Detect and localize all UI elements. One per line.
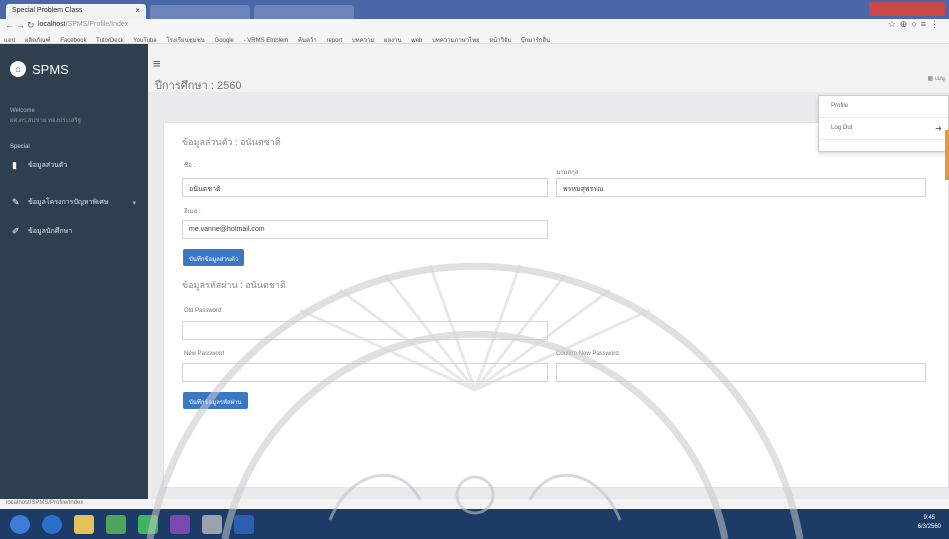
confirm-password-field[interactable] bbox=[556, 363, 926, 382]
folder-icon[interactable] bbox=[74, 515, 94, 534]
forward-icon[interactable]: → bbox=[16, 20, 25, 30]
sidebar-item-label: ข้อมูลนักศึกษา bbox=[28, 228, 73, 235]
bookmark-icon: ▮ bbox=[12, 160, 17, 170]
email-label: อีเมล : bbox=[184, 209, 201, 215]
browser-tab-strip: Special Problem Class × bbox=[0, 0, 949, 19]
window-controls[interactable] bbox=[869, 2, 945, 16]
user-menu-button[interactable]: ▦ เมนู bbox=[928, 73, 945, 83]
lastname-label: นามสกุล : bbox=[556, 170, 582, 176]
profile-panel: ข้อมูลส่วนตัว : อนันตชาติ ชื่อ : อนันตชา… bbox=[163, 122, 949, 488]
new-password-label: New Password bbox=[184, 351, 225, 357]
edit-icon: ✐ bbox=[12, 226, 20, 236]
sidebar-item-projects[interactable]: ✎ ข้อมูลโครงการปัญหาพิเศษ ▾ bbox=[0, 191, 148, 214]
welcome-user: ผศ.ดร.สมชาย ทองประเสริฐ bbox=[10, 118, 82, 124]
welcome-label: Welcome bbox=[10, 108, 35, 114]
clock-date: 6/3/2560 bbox=[917, 524, 941, 530]
browser-taskbar-icon[interactable] bbox=[42, 515, 62, 534]
personal-section-title: ข้อมูลส่วนตัว : อนันตชาติ bbox=[182, 137, 281, 147]
menu-toggle-icon[interactable]: ≡ bbox=[153, 56, 161, 71]
brand[interactable]: ⌂ SPMS bbox=[0, 44, 148, 94]
dropdown-logout[interactable]: Log Out ➜ bbox=[819, 118, 948, 140]
bookmarks-bar: แอป ผลิตภัณฑ์ Facebook TutorDeck YouTube… bbox=[0, 33, 949, 44]
line-app-icon[interactable] bbox=[138, 515, 158, 534]
chrome-icon[interactable] bbox=[106, 515, 126, 534]
url-field[interactable]: localhost/SPMS/Profile/Index bbox=[38, 21, 128, 28]
back-icon[interactable]: ← bbox=[5, 20, 14, 30]
os-taskbar: 9:45 6/3/2560 bbox=[0, 509, 949, 539]
home-icon: ⌂ bbox=[10, 61, 26, 77]
save-password-button[interactable]: บันทึกข้อมูลรหัสผ่าน bbox=[183, 392, 248, 409]
old-password-field[interactable] bbox=[182, 321, 548, 340]
browser-tab-inactive[interactable] bbox=[150, 5, 250, 19]
browser-tab[interactable]: Special Problem Class × bbox=[6, 4, 146, 19]
clock-time: 9:45 bbox=[923, 515, 936, 521]
sidebar-item-label: ข้อมูลโครงการปัญหาพิเศษ bbox=[28, 199, 109, 206]
dropdown-item-label: Profile bbox=[831, 103, 849, 109]
dropdown-item-label: Log Out bbox=[831, 125, 853, 131]
dropdown-profile[interactable]: Profile bbox=[819, 96, 948, 118]
vs-icon[interactable] bbox=[170, 515, 190, 534]
tab-title: Special Problem Class bbox=[12, 7, 83, 14]
reload-icon[interactable]: ↻ bbox=[27, 20, 35, 31]
welcome-block: Welcome ผศ.ดร.สมชาย ทองประเสริฐ bbox=[0, 94, 148, 132]
user-menu-label: เมนู bbox=[934, 76, 945, 82]
logout-icon: ➜ bbox=[935, 124, 942, 133]
confirm-password-label: Confirm New Password bbox=[556, 351, 619, 357]
system-clock: 9:45 6/3/2560 bbox=[918, 514, 941, 532]
url-host: localhost bbox=[38, 21, 66, 28]
sidebar-item-profile[interactable]: ▮ ข้อมูลส่วนตัว bbox=[0, 154, 148, 177]
name-label: ชื่อ : bbox=[184, 163, 196, 169]
browser-status: localhost/SPMS/Profile/Index bbox=[0, 499, 949, 509]
word-icon[interactable] bbox=[234, 515, 254, 534]
email-field[interactable]: me.vanne@hotmail.com bbox=[182, 220, 548, 239]
address-bar: ← → ↻ localhost/SPMS/Profile/Index ☆⊕○≡⋮ bbox=[0, 19, 949, 33]
name-field[interactable]: อนันตชาติ bbox=[182, 178, 548, 197]
save-personal-button[interactable]: บันทึกข้อมูลส่วนตัว bbox=[183, 249, 245, 266]
old-password-label: Old Password bbox=[184, 308, 222, 314]
scroll-indicator bbox=[945, 130, 949, 180]
sidebar-item-students[interactable]: ✐ ข้อมูลนักศึกษา bbox=[0, 220, 148, 243]
password-section-title: ข้อมูลรหัสผ่าน : อนันตชาติ bbox=[182, 280, 286, 290]
sidebar: ⌂ SPMS Welcome ผศ.ดร.สมชาย ทองประเสริฐ S… bbox=[0, 44, 148, 499]
page-title: ปีการศึกษา : 2560 bbox=[155, 80, 242, 92]
lastname-field[interactable]: พรหมสุพรรณ bbox=[556, 178, 926, 197]
sidebar-section-label: Special bbox=[10, 144, 30, 150]
brand-label: SPMS bbox=[32, 61, 69, 77]
paint-icon[interactable] bbox=[202, 515, 222, 534]
top-bar: ≡ ปีการศึกษา : 2560 ▦ เมนู bbox=[148, 44, 949, 92]
menu-icon: ▦ bbox=[927, 76, 935, 82]
start-icon[interactable] bbox=[10, 515, 30, 534]
chevron-down-icon: ▾ bbox=[132, 199, 136, 207]
extension-icons[interactable]: ☆⊕○≡⋮ bbox=[888, 19, 943, 30]
sidebar-item-label: ข้อมูลส่วนตัว bbox=[28, 162, 68, 169]
user-dropdown: Profile Log Out ➜ bbox=[818, 95, 949, 152]
browser-tab-inactive[interactable] bbox=[254, 5, 354, 19]
new-password-field[interactable] bbox=[182, 363, 548, 382]
close-tab-icon[interactable]: × bbox=[135, 6, 140, 15]
url-path: /SPMS/Profile/Index bbox=[65, 21, 129, 28]
pencil-icon: ✎ bbox=[12, 197, 20, 207]
